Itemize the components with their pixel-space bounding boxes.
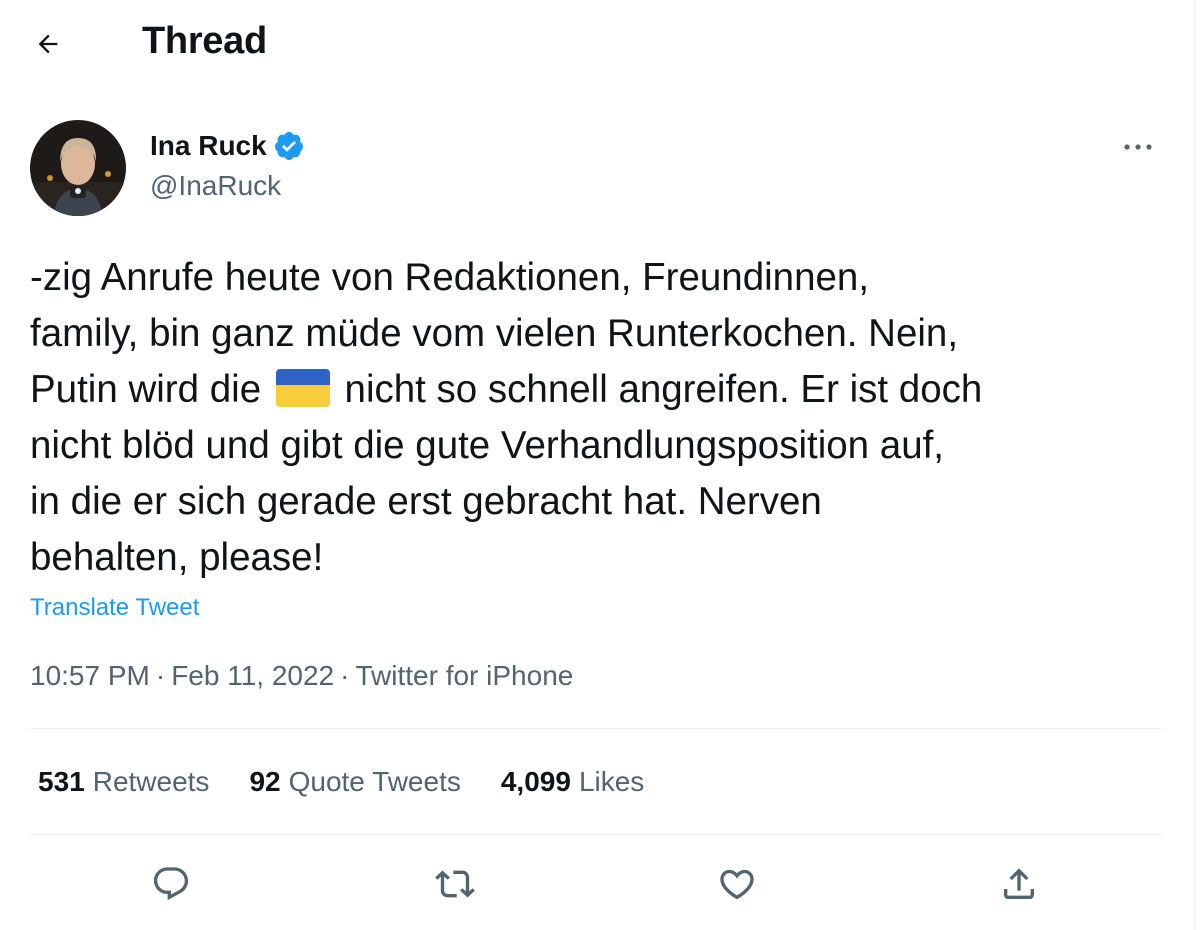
avatar[interactable] bbox=[30, 120, 126, 216]
more-options-button[interactable] bbox=[1118, 130, 1158, 164]
divider bbox=[30, 834, 1162, 835]
verified-badge-icon bbox=[273, 130, 305, 162]
tweet-meta: 10:57 PM · Feb 11, 2022 · Twitter for iPhone bbox=[30, 660, 573, 692]
quote-tweets-label: Quote Tweets bbox=[288, 766, 461, 797]
retweet-icon bbox=[435, 870, 475, 898]
divider bbox=[30, 728, 1162, 729]
tweet-time[interactable]: 10:57 PM bbox=[30, 660, 150, 691]
author-name-text: Ina Ruck bbox=[150, 130, 267, 161]
column-border bbox=[1194, 0, 1195, 930]
retweets-stat[interactable]: 531 Retweets bbox=[38, 766, 209, 798]
author-handle[interactable]: @InaRuck bbox=[150, 170, 281, 202]
tweet-line: in die er sich gerade erst gebracht hat.… bbox=[30, 480, 822, 523]
more-dots-icon bbox=[1124, 144, 1152, 150]
reply-button[interactable] bbox=[149, 862, 193, 906]
share-button[interactable] bbox=[997, 862, 1041, 906]
quote-tweets-count: 92 bbox=[249, 766, 281, 797]
back-button[interactable] bbox=[26, 24, 70, 64]
quote-tweets-stat[interactable]: 92 Quote Tweets bbox=[249, 766, 460, 798]
tweet-text-segment: Putin wird die bbox=[30, 368, 262, 411]
tweet-stats: 531 Retweets 92 Quote Tweets 4,099 Likes bbox=[38, 766, 684, 798]
translate-tweet-link[interactable]: Translate Tweet bbox=[30, 594, 199, 622]
likes-label: Likes bbox=[578, 766, 645, 797]
meta-separator: · bbox=[155, 660, 166, 691]
tweet-line: Putin wird die nicht so schnell angreife… bbox=[30, 362, 1170, 418]
retweet-button[interactable] bbox=[433, 862, 477, 906]
tweet-line: family, bin ganz müde vom vielen Runterk… bbox=[30, 312, 959, 355]
avatar-image bbox=[30, 120, 126, 216]
page-title: Thread bbox=[142, 20, 267, 62]
retweets-count: 531 bbox=[38, 766, 85, 797]
like-heart-icon bbox=[720, 869, 754, 900]
likes-stat[interactable]: 4,099 Likes bbox=[501, 766, 644, 798]
tweet-text: -zig Anrufe heute von Redaktionen, Freun… bbox=[30, 250, 1170, 586]
tweet-text-segment: nicht so schnell angreifen. Er ist doch bbox=[344, 368, 983, 411]
tweet-date[interactable]: Feb 11, 2022 bbox=[171, 660, 334, 691]
meta-separator: · bbox=[340, 660, 350, 691]
tweet-line: nicht blöd und gibt die gute Verhandlung… bbox=[30, 424, 944, 467]
tweet-line: behalten, please! bbox=[30, 536, 324, 579]
share-icon bbox=[1004, 868, 1034, 899]
tweet-source[interactable]: Twitter for iPhone bbox=[355, 660, 573, 691]
like-button[interactable] bbox=[715, 862, 759, 906]
retweets-label: Retweets bbox=[92, 766, 210, 797]
author-name[interactable]: Ina Ruck bbox=[150, 130, 305, 162]
ukraine-flag-emoji bbox=[275, 367, 330, 407]
reply-icon bbox=[153, 867, 189, 901]
arrow-left-icon bbox=[38, 34, 58, 54]
tweet-line: -zig Anrufe heute von Redaktionen, Freun… bbox=[30, 256, 870, 299]
likes-count: 4,099 bbox=[500, 766, 571, 797]
